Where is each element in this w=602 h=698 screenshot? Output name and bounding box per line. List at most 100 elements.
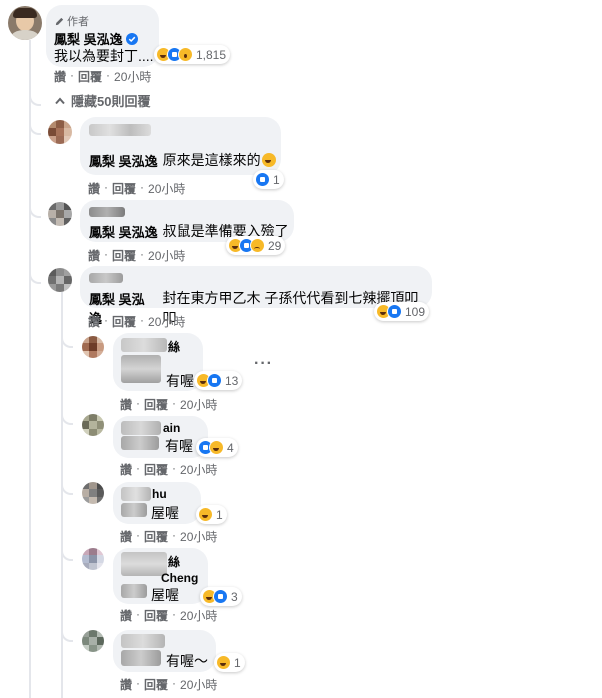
avatar[interactable] (82, 336, 104, 358)
like-button[interactable]: 讚 (120, 676, 132, 693)
avatar[interactable] (8, 6, 42, 40)
timestamp[interactable]: 20小時 (148, 180, 185, 197)
blurred-commenter-name[interactable] (89, 207, 125, 217)
reply-actions: 讚 · 回覆 · 20小時 (120, 461, 218, 478)
like-button[interactable]: 讚 (88, 313, 100, 330)
author-badge: 作者 (54, 13, 89, 29)
blurred-commenter-name[interactable] (121, 338, 167, 352)
timestamp[interactable]: 20小時 (148, 247, 185, 264)
reaction-count: 4 (227, 440, 234, 455)
reaction-count: 1 (234, 655, 241, 670)
comment-bubble: 鳳梨 吳泓逸 原來是這樣來的 (80, 117, 281, 175)
like-button[interactable]: 讚 (88, 180, 100, 197)
laughing-emoji-icon (261, 153, 276, 167)
like-button[interactable]: 讚 (120, 461, 132, 478)
reply-button[interactable]: 回覆 (112, 180, 136, 197)
like-button[interactable]: 讚 (120, 607, 132, 624)
reply-button[interactable]: 回覆 (78, 68, 102, 85)
reaction-count: 109 (405, 304, 426, 319)
reply-button[interactable]: 回覆 (144, 461, 168, 478)
like-reaction-icon (255, 172, 270, 187)
reply-button[interactable]: 回覆 (144, 396, 168, 413)
more-options-icon[interactable]: ··· (254, 355, 273, 373)
reply-bubble: ain 有喔 (113, 416, 208, 458)
reaction-summary[interactable]: 1 (253, 170, 284, 189)
timestamp[interactable]: 20小時 (180, 396, 217, 413)
haha-reaction-icon (209, 440, 224, 455)
reply-button[interactable]: 回覆 (112, 313, 136, 330)
comment-bubble: 作者 鳳梨 吳泓逸 我以為要封丁.... (46, 5, 159, 67)
timestamp[interactable]: 20小時 (180, 528, 217, 545)
reaction-summary[interactable]: 1,815 (154, 45, 231, 64)
timestamp[interactable]: 20小時 (180, 676, 217, 693)
reply-bubble: 絲 Cheng 屋喔 (113, 548, 208, 604)
like-reaction-icon (387, 304, 402, 319)
pencil-icon (55, 17, 64, 25)
like-button[interactable]: 讚 (120, 396, 132, 413)
reaction-count: 13 (225, 373, 239, 388)
commenter-name-fragment[interactable]: hu (152, 487, 167, 501)
reaction-summary[interactable]: 4 (196, 438, 238, 457)
reaction-summary[interactable]: 109 (374, 302, 430, 321)
commenter-name-fragment[interactable]: 絲 (168, 553, 180, 570)
avatar[interactable] (82, 482, 104, 504)
blurred-commenter-name[interactable] (89, 273, 123, 283)
reply-text: 有喔 (165, 438, 193, 454)
reply-text: 屋喔 (151, 505, 179, 521)
avatar[interactable] (48, 120, 72, 144)
reaction-summary[interactable]: 1 (196, 505, 227, 524)
reply-actions: 讚 · 回覆 · 20小時 (120, 528, 218, 545)
timestamp[interactable]: 20小時 (180, 607, 217, 624)
avatar[interactable] (82, 548, 104, 570)
blurred-text (121, 503, 147, 517)
avatar[interactable] (48, 202, 72, 226)
avatar[interactable] (48, 268, 72, 292)
reply-button[interactable]: 回覆 (144, 607, 168, 624)
avatar[interactable] (82, 414, 104, 436)
blurred-commenter-name[interactable] (121, 634, 165, 648)
reply-button[interactable]: 回覆 (112, 247, 136, 264)
avatar[interactable] (82, 630, 104, 652)
mention-link[interactable]: 鳳梨 吳泓逸 (89, 151, 158, 170)
reaction-count: 29 (268, 238, 282, 253)
blurred-commenter-name[interactable] (89, 124, 151, 136)
blurred-text (121, 650, 161, 666)
blurred-commenter-name[interactable] (121, 487, 151, 501)
reply-actions: 讚 · 回覆 · 20小時 (120, 396, 218, 413)
reaction-count: 1 (273, 172, 280, 187)
blurred-commenter-name[interactable] (121, 421, 161, 435)
thread-line-root (29, 40, 31, 698)
verified-badge-icon (125, 32, 138, 45)
like-button[interactable]: 讚 (88, 247, 100, 264)
timestamp[interactable]: 20小時 (114, 68, 151, 85)
like-reaction-icon (213, 589, 228, 604)
reaction-count: 1,815 (196, 47, 227, 62)
mention-link[interactable]: 鳳梨 吳泓逸 (89, 222, 158, 241)
reply-actions: 讚 · 回覆 · 20小時 (120, 607, 218, 624)
like-button[interactable]: 讚 (120, 528, 132, 545)
comment-text: 原來是這樣來的 (162, 152, 261, 168)
reaction-summary[interactable]: 1 (214, 653, 245, 672)
hide-replies-button[interactable]: 隱藏50則回覆 (55, 91, 150, 110)
reaction-summary[interactable]: 29 (226, 236, 286, 255)
reply-button[interactable]: 回覆 (144, 676, 168, 693)
reaction-count: 1 (216, 507, 223, 522)
commenter-name-fragment[interactable]: 絲 (168, 338, 180, 355)
hide-replies-label: 隱藏50則回覆 (71, 94, 151, 109)
reaction-summary[interactable]: 13 (194, 371, 243, 390)
reaction-summary[interactable]: 3 (200, 587, 242, 606)
blurred-text (121, 355, 161, 383)
author-badge-label: 作者 (67, 16, 89, 28)
comment-actions: 讚 · 回覆 · 20小時 (88, 180, 186, 197)
reaction-count: 3 (231, 589, 238, 604)
haha-reaction-icon (198, 507, 213, 522)
timestamp[interactable]: 20小時 (148, 313, 185, 330)
sad-reaction-icon (250, 238, 265, 253)
like-reaction-icon (207, 373, 222, 388)
commenter-name-fragment[interactable]: ain (163, 421, 180, 435)
reply-actions: 讚 · 回覆 · 20小時 (120, 676, 218, 693)
reply-button[interactable]: 回覆 (144, 528, 168, 545)
commenter-name-fragment-2[interactable]: Cheng (161, 571, 198, 585)
like-button[interactable]: 讚 (54, 68, 66, 85)
timestamp[interactable]: 20小時 (180, 461, 217, 478)
